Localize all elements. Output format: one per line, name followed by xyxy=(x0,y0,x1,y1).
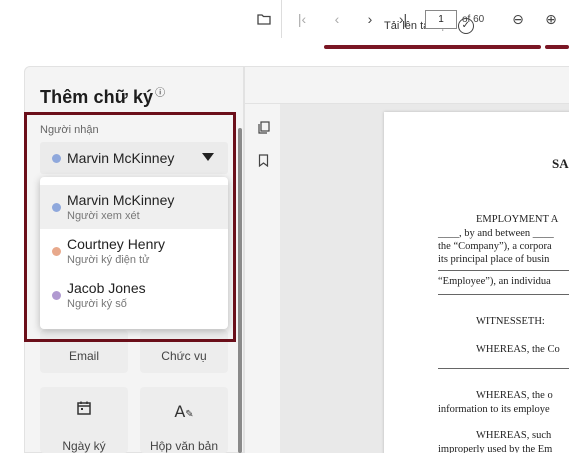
progress-segment-1 xyxy=(324,45,541,49)
doc-rule xyxy=(438,294,569,295)
app-root: Tải lên tài liệu ✓ Thêm chữ ký ⓘ Email Ch… xyxy=(0,0,569,453)
doc-line: WHEREAS, the o xyxy=(476,390,553,401)
recipient-role: Người ký điện tử xyxy=(67,254,150,266)
text-box-icon: A✎ xyxy=(174,402,194,421)
doc-line: the “Company”), a corpora xyxy=(438,241,552,252)
doc-heading: SA xyxy=(552,156,569,171)
recipient-select[interactable]: Marvin McKinney xyxy=(40,142,228,174)
recipient-option[interactable]: Jacob Jones Người ký số xyxy=(40,273,228,317)
field-tile-sign-date[interactable]: Ngày ký xyxy=(40,387,128,453)
selected-recipient: Marvin McKinney xyxy=(67,150,175,166)
progress-segment-2 xyxy=(545,45,569,49)
field-tile-title[interactable]: Chức vụ xyxy=(140,330,228,373)
recipient-color-dot xyxy=(52,202,61,212)
zoom-in-icon[interactable]: ⊕ xyxy=(541,0,561,38)
field-tile-email[interactable]: Email xyxy=(40,330,128,373)
doc-line: WHEREAS, the Co xyxy=(476,344,560,355)
recipient-option[interactable]: Courtney Henry Người ký điện tử xyxy=(40,229,228,273)
doc-rule xyxy=(438,368,569,369)
bookmark-icon[interactable] xyxy=(258,154,269,170)
recipient-label: Người nhận xyxy=(40,124,99,136)
info-icon[interactable]: ⓘ xyxy=(155,88,165,99)
document-page: SA EMPLOYMENT A ____, by and between ___… xyxy=(384,112,569,453)
last-page-icon[interactable]: ›| xyxy=(393,0,413,38)
panel-scrollbar[interactable] xyxy=(238,128,242,453)
doc-line: “Employee”), an individua xyxy=(438,276,551,287)
recipient-color-dot xyxy=(52,153,61,163)
calendar-icon xyxy=(76,400,92,421)
doc-line: EMPLOYMENT A xyxy=(476,214,559,225)
field-label: Email xyxy=(68,349,99,363)
recipient-role: Người ký số xyxy=(67,298,127,310)
doc-line: ____, by and between ____ xyxy=(438,228,554,239)
zoom-out-icon[interactable]: ⊖ xyxy=(508,0,528,38)
field-label: Chức vụ xyxy=(161,349,207,363)
first-page-icon[interactable]: |‹ xyxy=(292,0,312,38)
doc-line: its principal place of busin xyxy=(438,254,550,265)
panel-title: Thêm chữ ký ⓘ xyxy=(40,87,166,107)
folder-icon[interactable] xyxy=(254,0,274,38)
recipient-name: Courtney Henry xyxy=(67,236,166,252)
page-number-input[interactable]: 1 xyxy=(425,10,457,29)
recipient-option[interactable]: Marvin McKinney Người xem xét xyxy=(40,185,228,229)
recipient-name: Jacob Jones xyxy=(67,280,146,296)
recipient-dropdown: Marvin McKinney Người xem xét Courtney H… xyxy=(40,177,228,329)
recipient-color-dot xyxy=(52,290,61,300)
next-page-icon[interactable]: › xyxy=(360,0,380,38)
field-tile-text-box[interactable]: A✎ Hộp văn bản xyxy=(140,387,228,453)
page-total: of 60 xyxy=(462,14,485,25)
recipient-name: Marvin McKinney xyxy=(67,192,175,208)
doc-line: information to its employe xyxy=(438,404,550,415)
viewer-toolbar xyxy=(244,66,569,104)
doc-line: WHEREAS, such xyxy=(476,430,552,441)
document-viewport[interactable]: SA EMPLOYMENT A ____, by and between ___… xyxy=(280,104,569,453)
doc-line: improperly used by the Em xyxy=(438,444,553,453)
field-label: Ngày ký xyxy=(62,439,106,453)
progress-bar xyxy=(324,45,569,49)
field-label: Hộp văn bản xyxy=(149,439,219,453)
prev-page-icon[interactable]: ‹ xyxy=(327,0,347,38)
recipient-color-dot xyxy=(52,246,61,256)
thumbnails-icon[interactable] xyxy=(258,121,270,137)
doc-line: WITNESSETH: xyxy=(476,316,545,327)
toolbar-divider xyxy=(281,0,282,38)
doc-rule xyxy=(438,270,569,271)
recipient-role: Người xem xét xyxy=(67,210,140,222)
chevron-down-icon[interactable] xyxy=(202,153,214,161)
